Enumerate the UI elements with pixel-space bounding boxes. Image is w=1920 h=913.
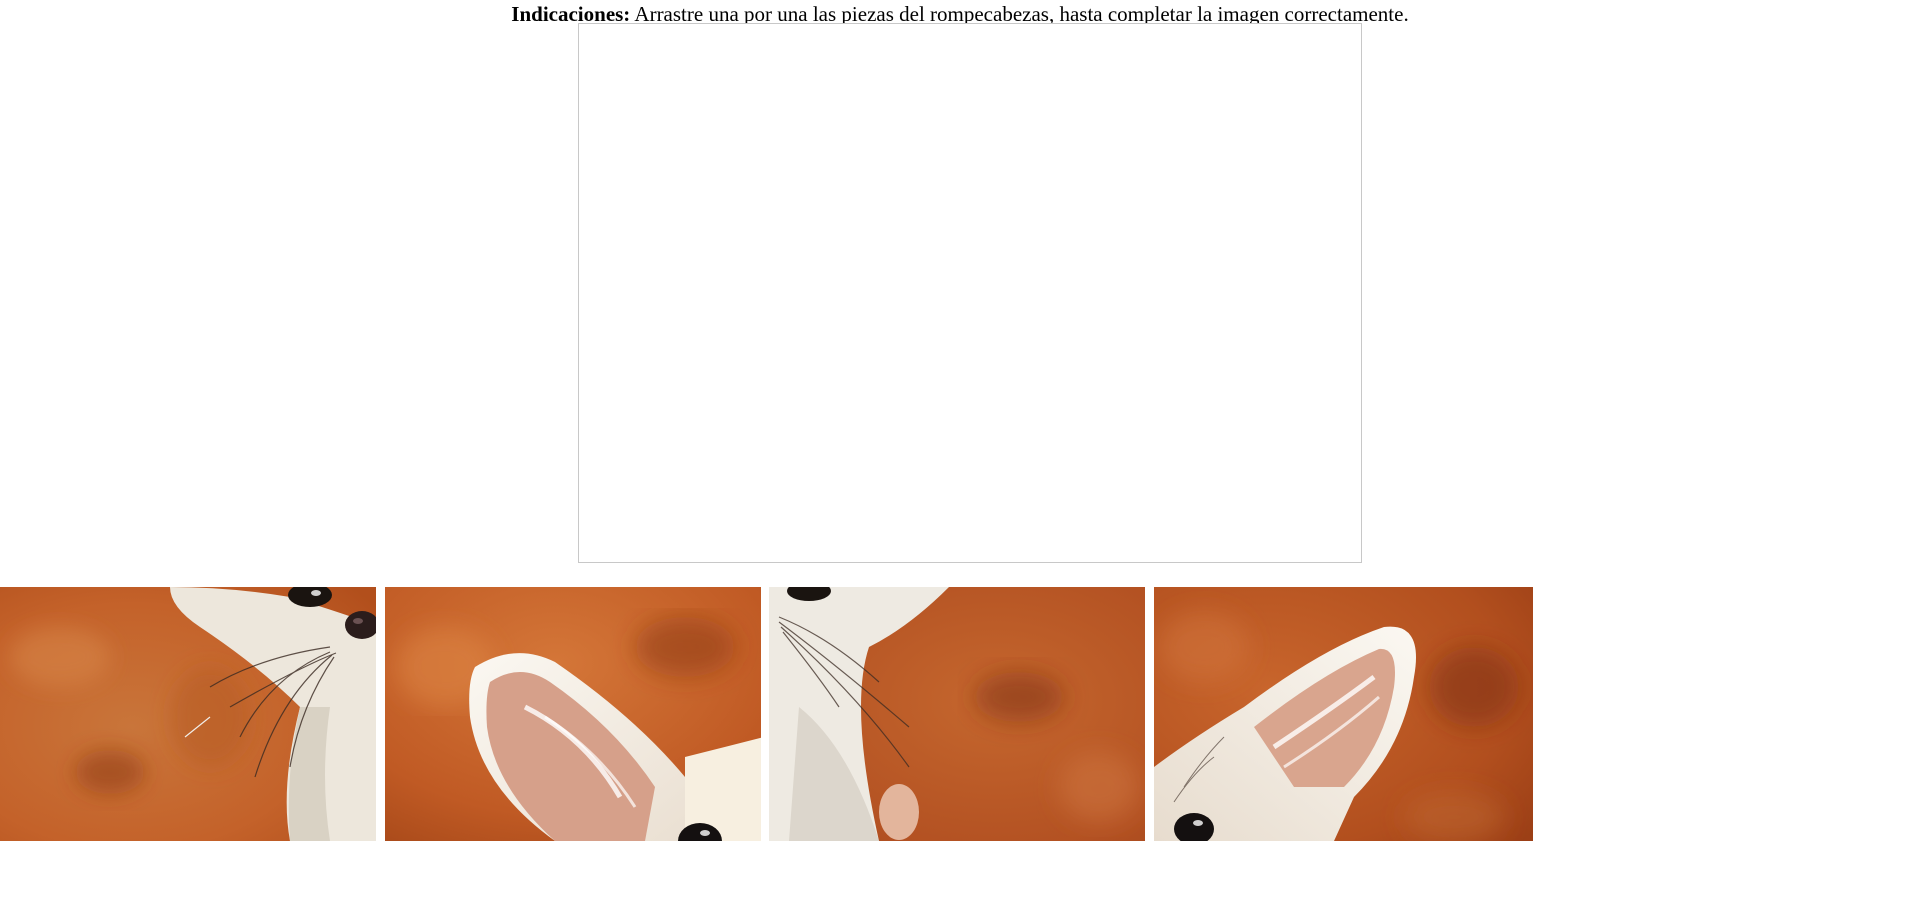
puzzle-dropzone[interactable] bbox=[578, 23, 1362, 563]
puzzle-pieces-tray bbox=[0, 587, 1540, 841]
puzzle-piece-1[interactable] bbox=[0, 587, 379, 841]
puzzle-piece-2[interactable] bbox=[385, 587, 764, 841]
puzzle-piece-4[interactable] bbox=[1154, 587, 1533, 841]
puzzle-piece-3[interactable] bbox=[769, 587, 1148, 841]
